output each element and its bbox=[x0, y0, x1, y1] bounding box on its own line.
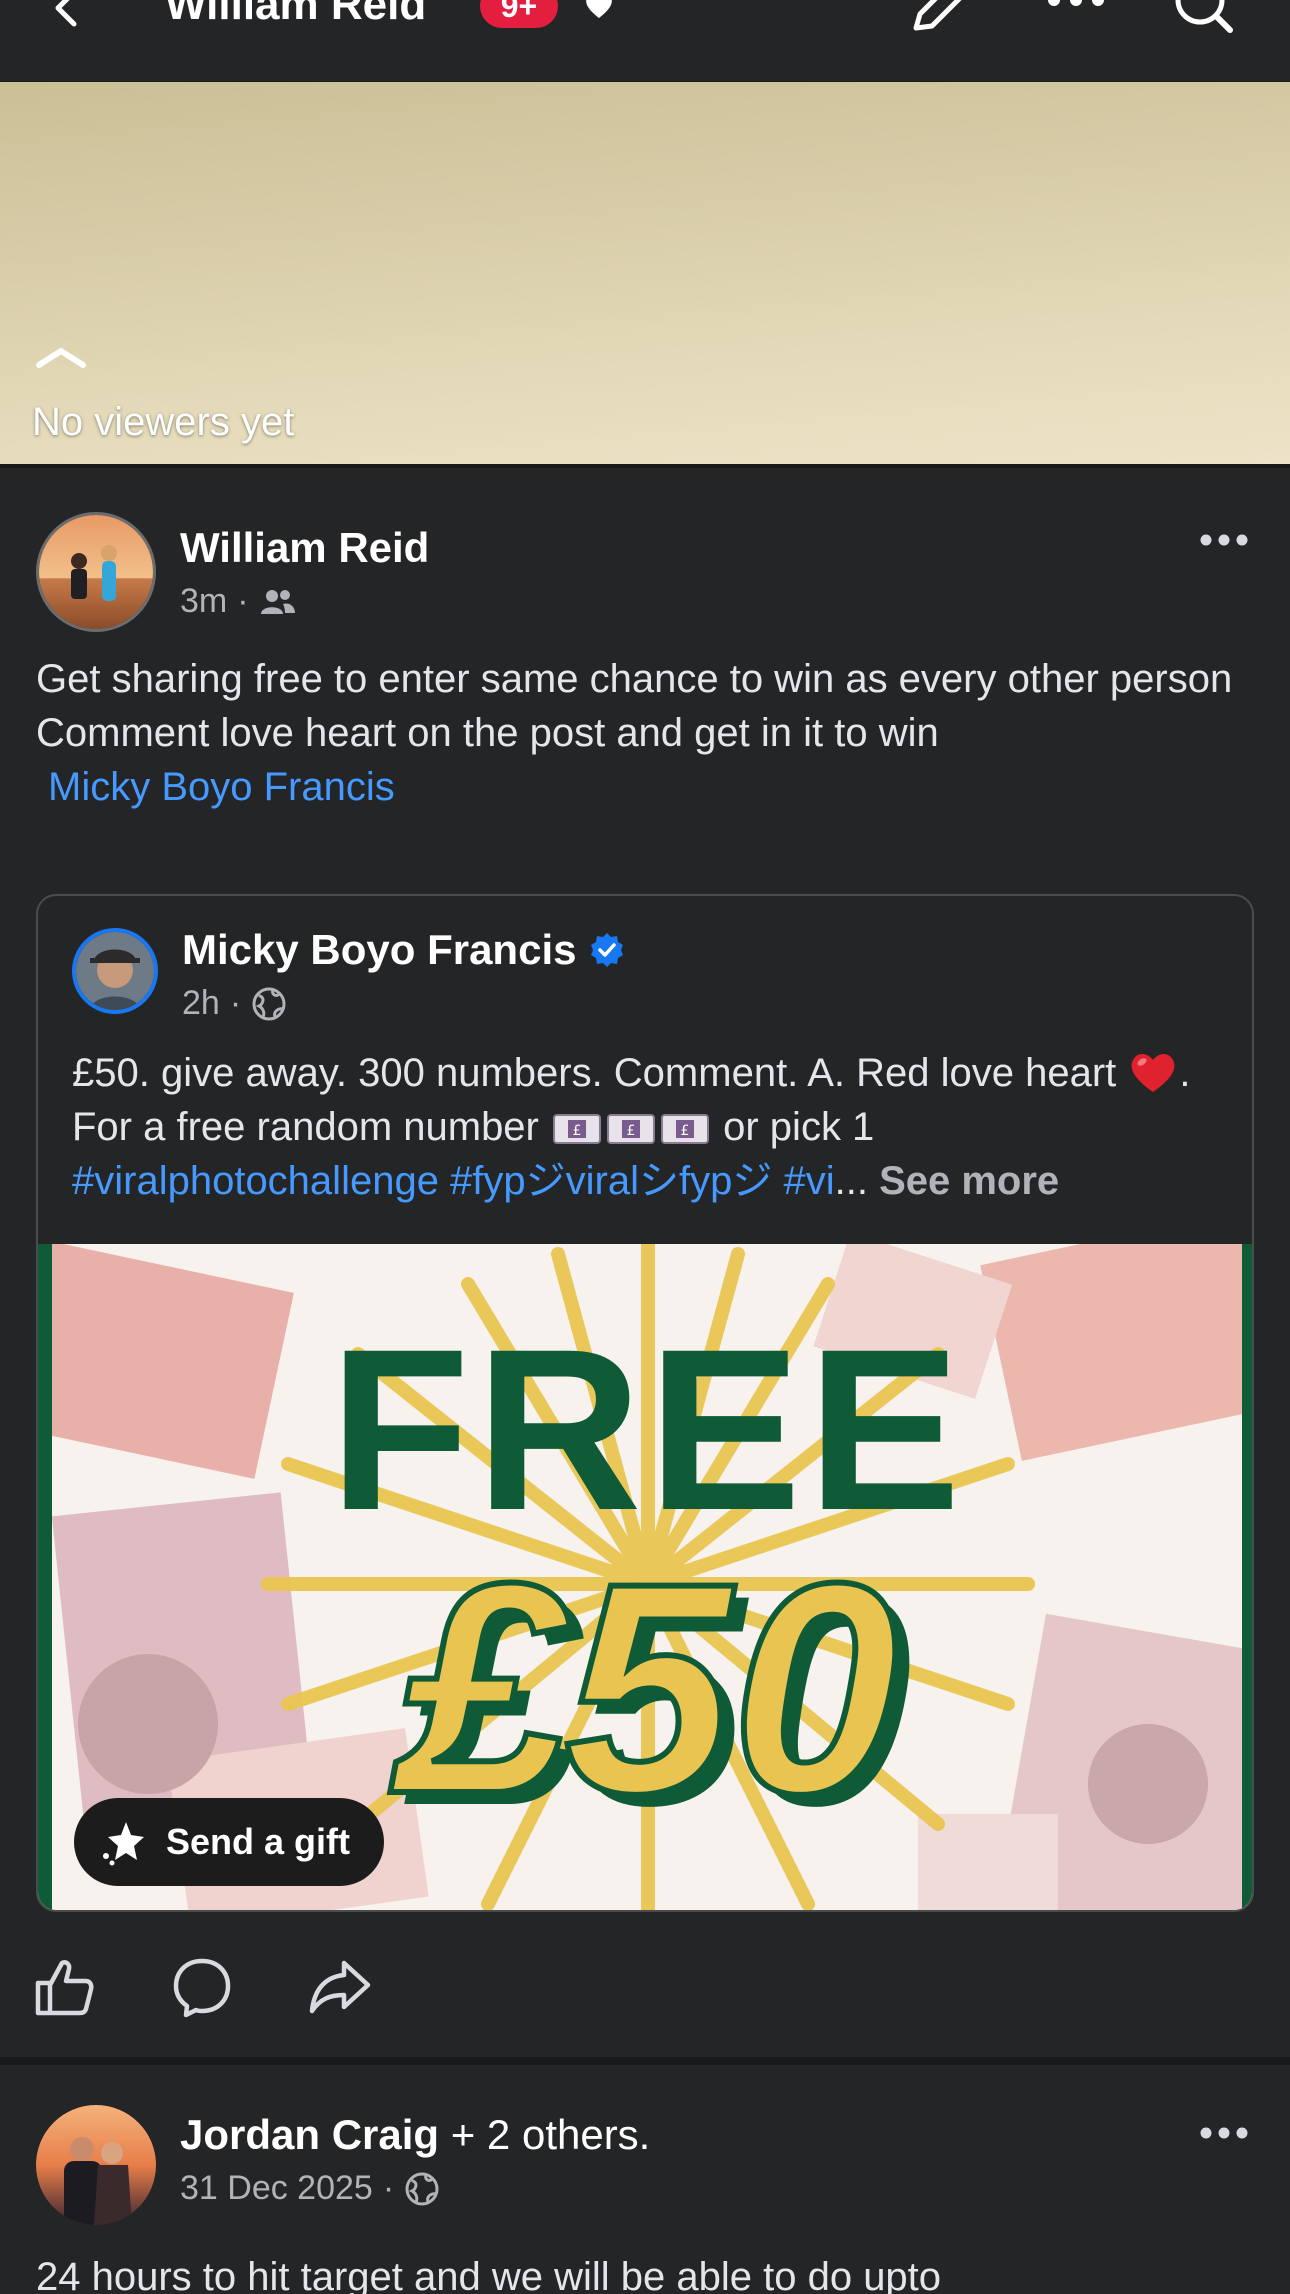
svg-text:£: £ bbox=[573, 1123, 582, 1139]
shared-author-name[interactable]: Micky Boyo Francis bbox=[182, 926, 576, 974]
shared-text-a: £50. give away. 300 numbers. Comment. A.… bbox=[72, 1051, 1117, 1095]
post-image[interactable]: FREE £50 £50 Send a gift bbox=[38, 1244, 1252, 1910]
post-time: 3m bbox=[180, 582, 228, 620]
post: William Reid 3m · Get sharing free to en… bbox=[0, 472, 1290, 2057]
shared-post-card[interactable]: Micky Boyo Francis 2h · £50. give away. … bbox=[36, 894, 1254, 1912]
text-ellipsis: ... bbox=[834, 1159, 868, 1203]
search-icon[interactable] bbox=[1170, 0, 1240, 38]
next-post-text: 24 hours to hit target and we will be ab… bbox=[36, 2255, 942, 2294]
shared-post-text: £50. give away. 300 numbers. Comment. A.… bbox=[72, 1046, 1232, 1208]
viewers-count-text[interactable]: No viewers yet bbox=[32, 400, 294, 445]
chevron-up-icon[interactable] bbox=[34, 344, 88, 370]
banknote-emoji-1: £ bbox=[553, 1114, 601, 1145]
shared-post-meta: 2h · bbox=[182, 984, 287, 1023]
svg-text:£: £ bbox=[627, 1123, 636, 1139]
next-post-time: 31 Dec 2025 bbox=[180, 2169, 373, 2207]
next-post-author-name[interactable]: Jordan Craig bbox=[180, 2111, 439, 2158]
feed-divider bbox=[0, 2057, 1290, 2065]
edit-icon[interactable] bbox=[908, 0, 968, 34]
next-post-meta: 31 Dec 2025 · bbox=[180, 2169, 440, 2208]
notification-badge: 9+ bbox=[480, 0, 558, 28]
next-post-author[interactable]: Jordan Craig + 2 others. bbox=[180, 2111, 650, 2159]
post-text: Get sharing free to enter same chance to… bbox=[36, 652, 1256, 814]
shared-post-time: 2h bbox=[182, 984, 220, 1022]
globe-icon bbox=[252, 987, 286, 1020]
top-bar: William Reid 9+ bbox=[0, 0, 1290, 82]
more-options-icon[interactable] bbox=[1044, 0, 1108, 22]
promo-amount-text: £50 bbox=[388, 1520, 898, 1856]
red-heart-emoji bbox=[1131, 1054, 1175, 1092]
next-post-others[interactable]: + 2 others. bbox=[439, 2111, 651, 2158]
post-text-line-2: Comment love heart on the post and get i… bbox=[36, 711, 939, 755]
post-options-icon[interactable] bbox=[1198, 532, 1250, 548]
next-post: Jordan Craig + 2 others. 31 Dec 2025 · 2… bbox=[0, 2065, 1290, 2294]
share-icon[interactable] bbox=[308, 1955, 372, 2019]
author-avatar[interactable] bbox=[36, 512, 156, 632]
svg-text:£: £ bbox=[681, 1123, 690, 1139]
shared-text-c: or pick 1 bbox=[723, 1105, 875, 1149]
next-post-avatar[interactable] bbox=[36, 2105, 156, 2225]
send-gift-button[interactable]: Send a gift bbox=[74, 1798, 385, 1886]
send-gift-label: Send a gift bbox=[166, 1821, 351, 1862]
friends-icon bbox=[260, 589, 295, 614]
chat-title[interactable]: William Reid bbox=[165, 0, 426, 30]
post-meta: 3m · bbox=[180, 582, 297, 621]
mention-link[interactable]: Micky Boyo Francis bbox=[36, 760, 1256, 814]
gift-sparkle-icon bbox=[103, 1822, 144, 1866]
banknote-emoji-3: £ bbox=[661, 1114, 709, 1145]
globe-icon bbox=[405, 2172, 439, 2205]
like-icon[interactable] bbox=[32, 1955, 96, 2019]
shared-author-row: Micky Boyo Francis bbox=[182, 926, 626, 974]
story-banner[interactable]: No viewers yet bbox=[0, 82, 1290, 468]
back-arrow-icon[interactable] bbox=[46, 0, 90, 30]
hashtags[interactable]: #viralphotochallenge #fypジviralシfypジ #vi bbox=[72, 1159, 835, 1203]
next-post-options-icon[interactable] bbox=[1198, 2125, 1250, 2141]
post-author-name[interactable]: William Reid bbox=[180, 524, 429, 572]
verified-badge-icon bbox=[591, 933, 624, 967]
see-more-link[interactable]: See more bbox=[879, 1159, 1059, 1203]
banknote-emoji-2: £ bbox=[607, 1114, 655, 1145]
comment-icon[interactable] bbox=[170, 1955, 234, 2019]
post-action-bar bbox=[32, 1952, 372, 2022]
heart-icon[interactable] bbox=[582, 0, 616, 22]
post-text-line-1: Get sharing free to enter same chance to… bbox=[36, 657, 1233, 701]
shared-author-avatar[interactable] bbox=[72, 928, 158, 1014]
